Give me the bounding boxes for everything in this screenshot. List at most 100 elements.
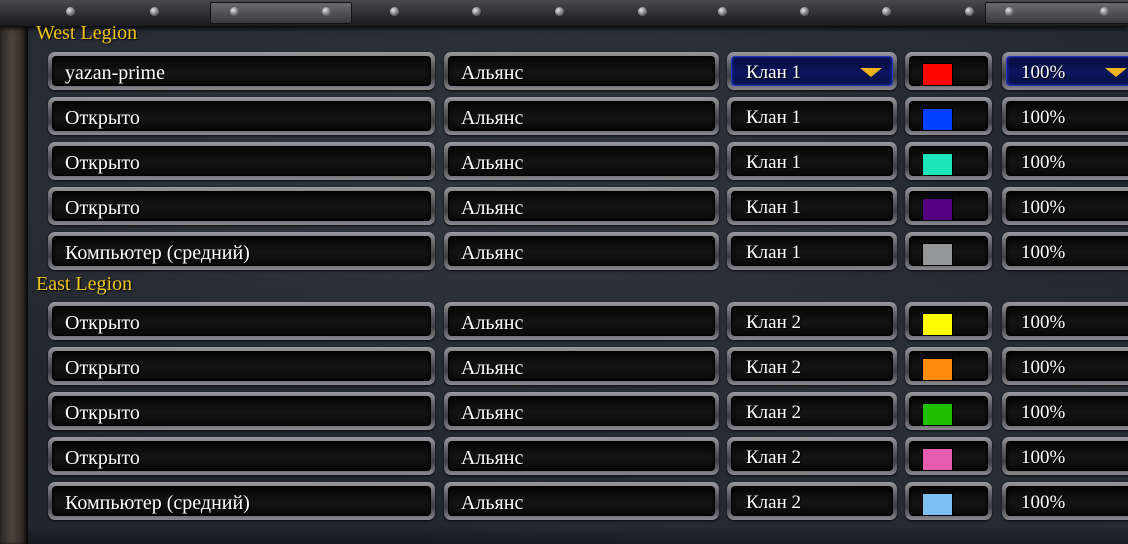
team-dropdown-label: Клан 2 [746, 402, 802, 423]
race-dropdown-field: Альянс [448, 486, 715, 516]
handicap-dropdown-field: 100% [1006, 306, 1128, 336]
rivet-icon [965, 7, 974, 16]
team-dropdown-field: Клан 1 [731, 236, 893, 266]
team-dropdown[interactable]: Клан 1 [727, 232, 897, 270]
race-dropdown[interactable]: Альянс [444, 392, 719, 430]
team-dropdown[interactable]: Клан 2 [727, 392, 897, 430]
color-dropdown[interactable] [905, 347, 992, 385]
race-dropdown-field: Альянс [448, 396, 715, 426]
team-dropdown-label: Клан 2 [746, 447, 802, 468]
race-dropdown[interactable]: Альянс [444, 437, 719, 475]
color-dropdown[interactable] [905, 437, 992, 475]
rivet-icon [718, 7, 727, 16]
race-dropdown-label: Альянс [461, 242, 524, 264]
race-dropdown-field: Альянс [448, 236, 715, 266]
player-slot-dropdown[interactable]: Открыто [48, 302, 435, 340]
handicap-dropdown[interactable]: 100% [1002, 392, 1128, 430]
color-dropdown[interactable] [905, 142, 992, 180]
team-dropdown-label: Клан 1 [746, 152, 802, 173]
player-slot-dropdown-label: Компьютер (средний) [65, 492, 250, 514]
player-slot-dropdown[interactable]: Открыто [48, 187, 435, 225]
player-color-swatch [922, 313, 953, 336]
handicap-dropdown[interactable]: 100% [1002, 142, 1128, 180]
player-slot-dropdown-field: Открыто [52, 101, 431, 131]
handicap-dropdown[interactable]: 100% [1002, 302, 1128, 340]
team-title: West Legion [36, 22, 138, 44]
rivet-icon [555, 7, 564, 16]
team-dropdown-field: Клан 2 [731, 396, 893, 426]
rivet-icon [638, 7, 647, 16]
color-dropdown-field [909, 441, 988, 471]
race-dropdown-field: Альянс [448, 56, 715, 86]
race-dropdown[interactable]: Альянс [444, 187, 719, 225]
player-color-swatch [922, 63, 953, 86]
team-dropdown[interactable]: Клан 1 [727, 187, 897, 225]
race-dropdown[interactable]: Альянс [444, 52, 719, 90]
team-dropdown-field: Клан 1 [731, 101, 893, 131]
handicap-dropdown[interactable]: 100% [1002, 482, 1128, 520]
race-dropdown-label: Альянс [461, 62, 524, 84]
team-dropdown[interactable]: Клан 1 [727, 97, 897, 135]
handicap-dropdown[interactable]: 100% [1002, 52, 1128, 90]
handicap-dropdown-label: 100% [1021, 402, 1066, 423]
handicap-dropdown[interactable]: 100% [1002, 187, 1128, 225]
color-dropdown[interactable] [905, 97, 992, 135]
handicap-dropdown-label: 100% [1021, 242, 1066, 263]
team-dropdown[interactable]: Клан 2 [727, 347, 897, 385]
team-dropdown[interactable]: Клан 2 [727, 302, 897, 340]
rivet-icon [882, 7, 891, 16]
race-dropdown[interactable]: Альянс [444, 302, 719, 340]
team-dropdown[interactable]: Клан 2 [727, 437, 897, 475]
race-dropdown[interactable]: Альянс [444, 347, 719, 385]
player-slot-dropdown[interactable]: Компьютер (средний) [48, 232, 435, 270]
handicap-dropdown-label: 100% [1021, 492, 1066, 513]
race-dropdown-label: Альянс [461, 312, 524, 334]
color-dropdown-field [909, 146, 988, 176]
team-dropdown[interactable]: Клан 2 [727, 482, 897, 520]
player-slot-dropdown[interactable]: Открыто [48, 437, 435, 475]
race-dropdown[interactable]: Альянс [444, 482, 719, 520]
race-dropdown-label: Альянс [461, 152, 524, 174]
top-frame [0, 0, 1128, 27]
color-dropdown[interactable] [905, 392, 992, 430]
handicap-dropdown[interactable]: 100% [1002, 347, 1128, 385]
player-slot-dropdown[interactable]: Открыто [48, 392, 435, 430]
team-dropdown-field: Клан 1 [731, 191, 893, 221]
race-dropdown-label: Альянс [461, 197, 524, 219]
team-dropdown[interactable]: Клан 1 [727, 52, 897, 90]
handicap-dropdown[interactable]: 100% [1002, 97, 1128, 135]
color-dropdown[interactable] [905, 302, 992, 340]
color-dropdown[interactable] [905, 187, 992, 225]
player-slot-dropdown[interactable]: Компьютер (средний) [48, 482, 435, 520]
chevron-down-icon[interactable] [1105, 68, 1127, 77]
player-slot-dropdown-label: yazan-prime [65, 62, 165, 84]
player-slot-dropdown-field: Открыто [52, 191, 431, 221]
player-slot-dropdown[interactable]: Открыто [48, 97, 435, 135]
rivet-icon [150, 7, 159, 16]
player-slot-dropdown-label: Компьютер (средний) [65, 242, 250, 264]
player-color-swatch [922, 153, 953, 176]
player-slot-dropdown-label: Открыто [65, 197, 140, 219]
handicap-dropdown-label: 100% [1021, 152, 1066, 173]
race-dropdown-label: Альянс [461, 447, 524, 469]
race-dropdown-field: Альянс [448, 101, 715, 131]
chevron-down-icon[interactable] [860, 68, 882, 77]
handicap-dropdown[interactable]: 100% [1002, 437, 1128, 475]
color-dropdown[interactable] [905, 232, 992, 270]
handicap-dropdown[interactable]: 100% [1002, 232, 1128, 270]
player-slot-dropdown[interactable]: Открыто [48, 142, 435, 180]
race-dropdown[interactable]: Альянс [444, 97, 719, 135]
rivet-icon [230, 7, 239, 16]
color-dropdown[interactable] [905, 482, 992, 520]
player-slot-dropdown[interactable]: yazan-prime [48, 52, 435, 90]
handicap-dropdown-field: 100% [1006, 441, 1128, 471]
player-slot-dropdown-field: Открыто [52, 351, 431, 381]
player-color-swatch [922, 403, 953, 426]
race-dropdown[interactable]: Альянс [444, 232, 719, 270]
handicap-dropdown-field: 100% [1006, 396, 1128, 426]
race-dropdown[interactable]: Альянс [444, 142, 719, 180]
team-dropdown[interactable]: Клан 1 [727, 142, 897, 180]
color-dropdown[interactable] [905, 52, 992, 90]
team-dropdown-field: Клан 1 [731, 56, 893, 86]
player-slot-dropdown[interactable]: Открыто [48, 347, 435, 385]
